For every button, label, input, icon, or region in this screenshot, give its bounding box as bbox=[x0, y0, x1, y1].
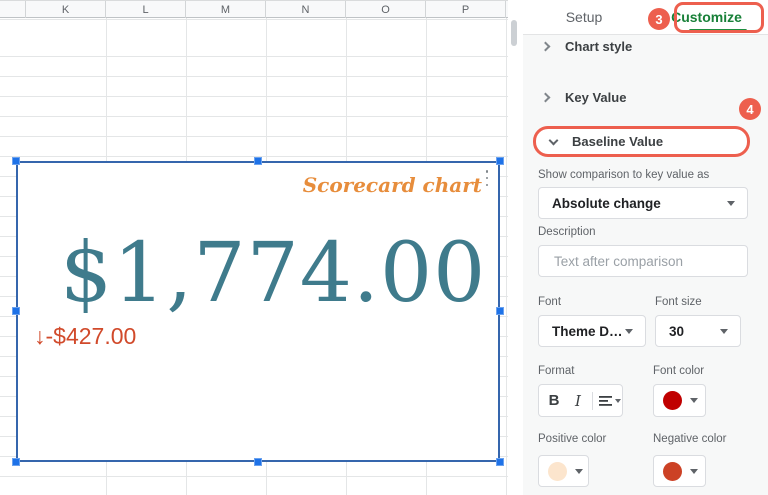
spreadsheet-area: K L M N O P Scorecard chart $1,774.00 ↓-… bbox=[0, 0, 523, 495]
chart-handle-bottom-center[interactable] bbox=[254, 458, 262, 466]
column-header-m[interactable]: M bbox=[186, 1, 266, 18]
description-label: Description bbox=[538, 226, 596, 238]
baseline-amount: -$427.00 bbox=[46, 323, 137, 349]
column-header-partial[interactable] bbox=[0, 1, 26, 18]
chart-handle-bottom-right[interactable] bbox=[496, 458, 504, 466]
font-size-select[interactable]: 30 bbox=[655, 315, 741, 347]
section-baseline-value-label: Baseline Value bbox=[572, 134, 663, 149]
font-color-swatch bbox=[663, 391, 682, 410]
chevron-down-icon bbox=[549, 135, 559, 145]
chart-menu-kebab-icon[interactable] bbox=[482, 169, 492, 187]
scorecard-chart[interactable]: Scorecard chart $1,774.00 ↓-$427.00 bbox=[16, 161, 500, 462]
column-header-label: N bbox=[302, 4, 310, 16]
italic-button[interactable]: I bbox=[566, 392, 590, 410]
column-header-n[interactable]: N bbox=[266, 1, 346, 18]
section-chart-style-label: Chart style bbox=[565, 39, 632, 54]
column-header-p[interactable]: P bbox=[426, 1, 506, 18]
toolbar-divider bbox=[592, 392, 593, 410]
annotation-step-3: 3 bbox=[648, 8, 670, 30]
chart-editor-panel: Setup Customize 3 Chart style Key Value … bbox=[523, 0, 768, 495]
dropdown-caret-icon bbox=[720, 329, 728, 334]
font-color-picker[interactable] bbox=[653, 384, 706, 417]
font-select[interactable]: Theme Default bbox=[538, 315, 646, 347]
font-selected-value: Theme Default bbox=[552, 324, 625, 339]
section-chart-style[interactable]: Chart style bbox=[523, 36, 768, 56]
dropdown-caret-icon bbox=[727, 201, 735, 206]
chart-handle-middle-left[interactable] bbox=[12, 307, 20, 315]
dropdown-caret-icon bbox=[690, 469, 698, 474]
column-header-label: P bbox=[462, 4, 469, 16]
chevron-right-icon bbox=[541, 41, 551, 51]
chart-key-value: $1,774.00 bbox=[60, 233, 486, 315]
comparison-label: Show comparison to key value as bbox=[538, 169, 709, 181]
section-key-value[interactable]: Key Value bbox=[523, 87, 768, 107]
annotation-highlight-baseline: Baseline Value bbox=[533, 126, 750, 157]
chevron-right-icon bbox=[541, 92, 551, 102]
dropdown-caret-icon bbox=[615, 399, 621, 403]
comparison-select[interactable]: Absolute change bbox=[538, 187, 748, 219]
column-header-label: M bbox=[221, 4, 230, 16]
positive-color-swatch bbox=[548, 462, 567, 481]
google-sheets-chart-editor: K L M N O P Scorecard chart $1,774.00 ↓-… bbox=[0, 0, 768, 495]
format-toolbar: B I bbox=[538, 384, 623, 417]
dropdown-caret-icon bbox=[690, 398, 698, 403]
column-header-label: L bbox=[142, 4, 148, 16]
section-key-value-label: Key Value bbox=[565, 90, 626, 105]
font-color-label: Font color bbox=[653, 365, 704, 377]
format-label: Format bbox=[538, 365, 574, 377]
align-left-icon bbox=[598, 394, 614, 408]
bold-button[interactable]: B bbox=[542, 392, 566, 409]
dropdown-caret-icon bbox=[575, 469, 583, 474]
comparison-selected-value: Absolute change bbox=[552, 196, 727, 211]
section-baseline-value[interactable]: Baseline Value bbox=[536, 129, 747, 154]
tab-setup-label: Setup bbox=[566, 9, 603, 25]
column-header-o[interactable]: O bbox=[346, 1, 426, 18]
font-size-selected-value: 30 bbox=[669, 324, 720, 339]
positive-color-picker[interactable] bbox=[538, 455, 589, 487]
chart-handle-bottom-left[interactable] bbox=[12, 458, 20, 466]
annotation-step-4: 4 bbox=[739, 98, 761, 120]
column-header-label: K bbox=[62, 4, 69, 16]
chart-handle-top-left[interactable] bbox=[12, 157, 20, 165]
tab-setup[interactable]: Setup bbox=[523, 0, 645, 34]
font-size-label: Font size bbox=[655, 296, 702, 308]
vertical-scrollbar[interactable] bbox=[511, 20, 517, 46]
column-header-row: K L M N O P bbox=[0, 0, 508, 18]
column-header-label: O bbox=[381, 4, 390, 16]
column-header-l[interactable]: L bbox=[106, 1, 186, 18]
positive-color-label: Positive color bbox=[538, 433, 606, 445]
down-arrow-icon: ↓ bbox=[34, 323, 46, 349]
negative-color-picker[interactable] bbox=[653, 455, 706, 487]
description-input[interactable] bbox=[552, 253, 736, 270]
negative-color-label: Negative color bbox=[653, 433, 727, 445]
dropdown-caret-icon bbox=[625, 329, 633, 334]
font-label: Font bbox=[538, 296, 561, 308]
align-button[interactable] bbox=[598, 394, 621, 408]
description-field bbox=[538, 245, 748, 277]
chart-handle-top-center[interactable] bbox=[254, 157, 262, 165]
chart-baseline-value: ↓-$427.00 bbox=[34, 323, 136, 350]
annotation-highlight-customize bbox=[674, 2, 764, 33]
chart-title: Scorecard chart bbox=[303, 173, 482, 197]
column-header-k[interactable]: K bbox=[26, 1, 106, 18]
chart-handle-top-right[interactable] bbox=[496, 157, 504, 165]
chart-handle-middle-right[interactable] bbox=[496, 307, 504, 315]
negative-color-swatch bbox=[663, 462, 682, 481]
